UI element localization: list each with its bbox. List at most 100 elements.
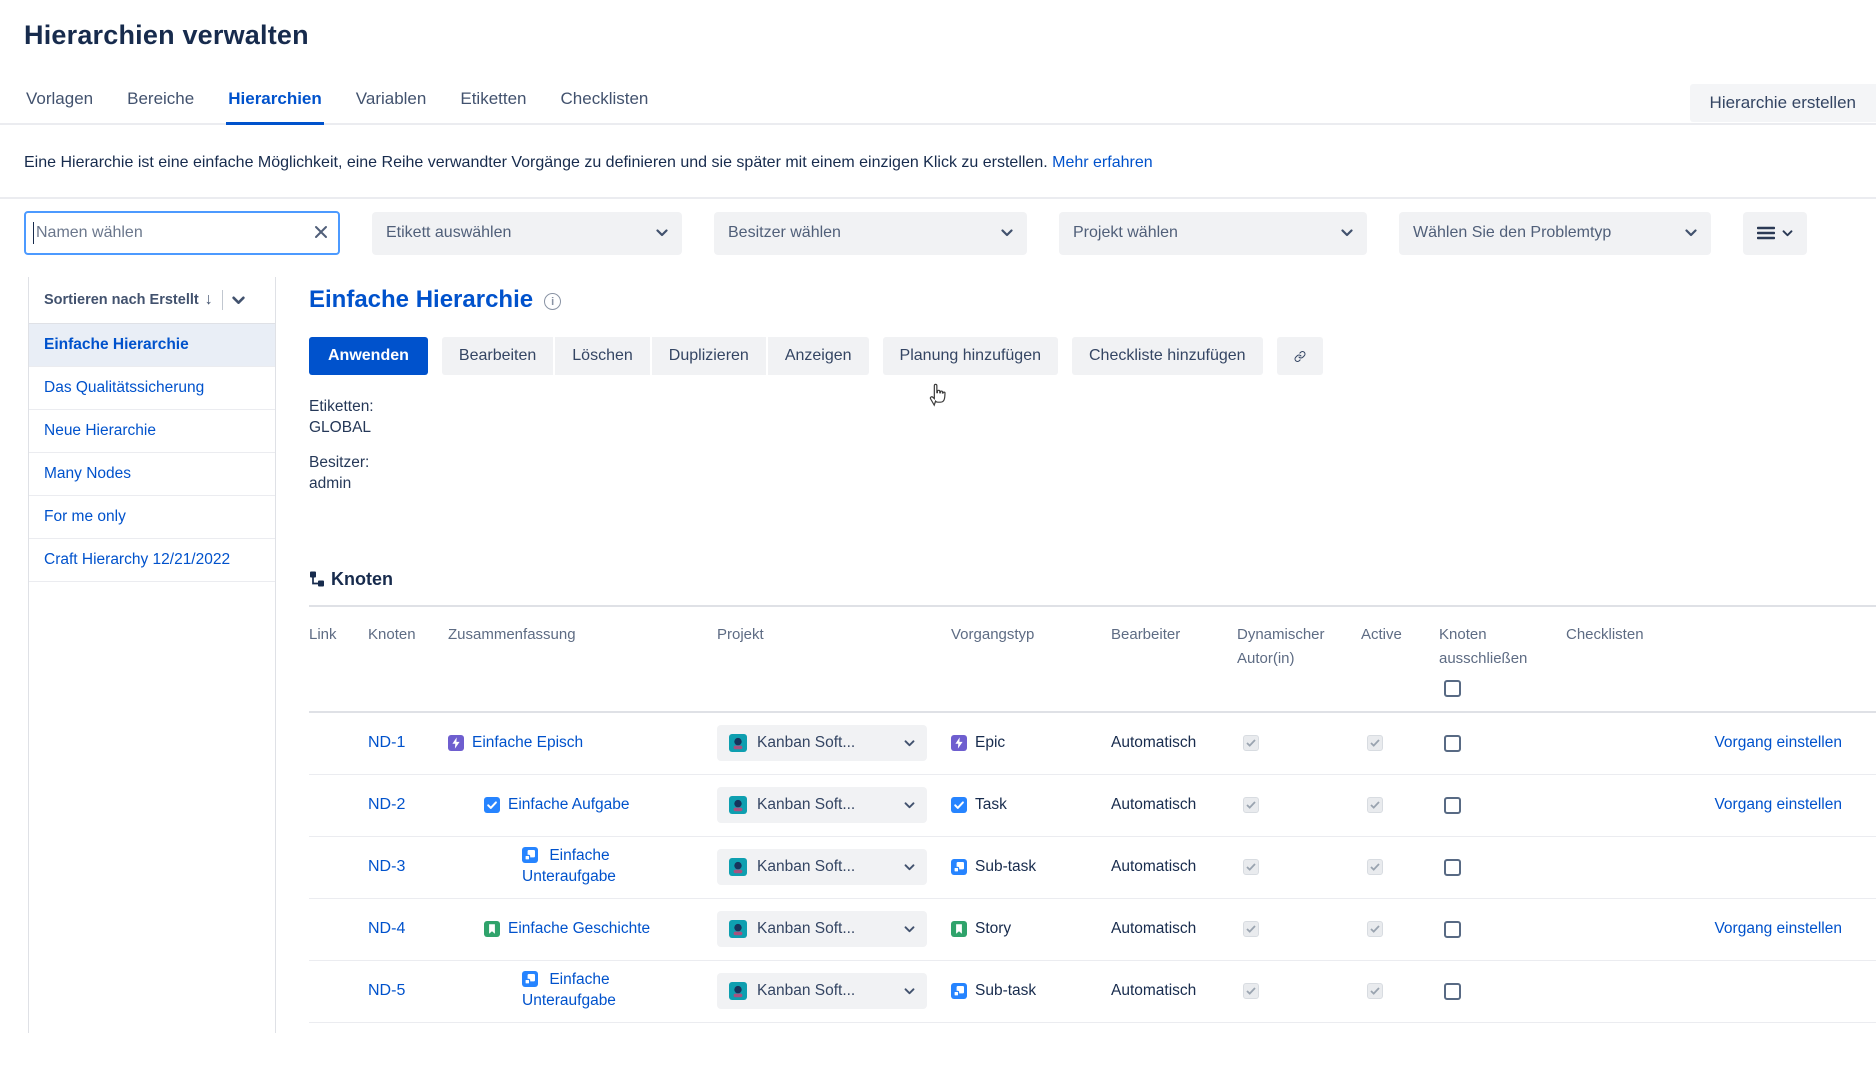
hierarchy-title: Einfache Hierarchie	[309, 286, 533, 314]
main-area: Sortieren nach Erstellt ↓ Einfache Hiera…	[0, 277, 1876, 1033]
project-select[interactable]: Kanban Soft...	[717, 725, 927, 761]
sidebar-item-das-qualitaetssicherung[interactable]: Das Qualitätssicherung	[29, 367, 275, 410]
tab-bereiche[interactable]: Bereiche	[125, 83, 196, 123]
project-avatar	[729, 982, 747, 1000]
issuetype-filter-dropdown[interactable]: Wählen Sie den Problemtyp	[1399, 212, 1711, 255]
exclude-node-checkbox[interactable]	[1444, 983, 1461, 1000]
issuetype-cell: Task	[951, 796, 1099, 814]
hierarchy-detail: Einfache Hierarchie i Anwenden Bearbeite…	[276, 277, 1876, 1033]
sidebar-item-craft-hierarchy[interactable]: Craft Hierarchy 12/21/2022	[29, 539, 275, 582]
chevron-down-icon	[904, 926, 915, 933]
exclude-node-checkbox[interactable]	[1444, 735, 1461, 752]
chevron-down-icon	[904, 740, 915, 747]
sidebar-item-for-me-only[interactable]: For me only	[29, 496, 275, 539]
node-key-link[interactable]: ND-5	[368, 982, 405, 999]
hierarchy-tree-icon	[309, 571, 325, 587]
project-select[interactable]: Kanban Soft...	[717, 911, 927, 947]
sort-direction-icon[interactable]: ↓	[205, 291, 213, 309]
story-icon	[951, 921, 967, 937]
add-checklist-button[interactable]: Checkliste hinzufügen	[1072, 337, 1263, 375]
exclude-node-checkbox[interactable]	[1444, 797, 1461, 814]
page-header: Hierarchien verwalten Vorlagen Bereiche …	[0, 0, 1876, 125]
apply-button[interactable]: Anwenden	[309, 337, 428, 375]
link-icon	[1294, 347, 1306, 366]
tab-variablen[interactable]: Variablen	[354, 83, 429, 123]
col-node: Knoten	[368, 607, 448, 711]
table-row: ND-2 Einfache Aufgabe Kanban Soft... Tas…	[309, 775, 1876, 837]
tab-checklisten[interactable]: Checklisten	[559, 83, 651, 123]
owner-filter-dropdown[interactable]: Besitzer wählen	[714, 212, 1027, 255]
page-title: Hierarchien verwalten	[0, 20, 1876, 51]
dynamic-author-checkbox	[1243, 921, 1259, 937]
sort-label: Sortieren nach Erstellt	[44, 292, 199, 308]
action-bar: Anwenden Bearbeiten Löschen Duplizieren …	[309, 337, 1876, 375]
project-select-value: Kanban Soft...	[757, 920, 894, 938]
sidebar-item-many-nodes[interactable]: Many Nodes	[29, 453, 275, 496]
chevron-down-icon	[1685, 229, 1697, 237]
set-issue-link[interactable]: Vorgang einstellen	[1714, 920, 1842, 937]
copy-link-button[interactable]	[1277, 337, 1323, 375]
sidebar-item-neue-hierarchie[interactable]: Neue Hierarchie	[29, 410, 275, 453]
duplicate-button[interactable]: Duplizieren	[652, 337, 766, 375]
sort-control[interactable]: Sortieren nach Erstellt ↓	[29, 277, 275, 324]
set-issue-link[interactable]: Vorgang einstellen	[1714, 734, 1842, 751]
project-select[interactable]: Kanban Soft...	[717, 849, 927, 885]
clear-icon[interactable]	[313, 224, 329, 240]
assignee-cell: Automatisch	[1111, 982, 1237, 1000]
summary-cell: Einfache Aufgabe	[484, 795, 705, 816]
summary-link[interactable]: Einfache Geschichte	[508, 919, 650, 940]
name-search-input[interactable]	[24, 211, 340, 255]
exclude-node-checkbox[interactable]	[1444, 859, 1461, 876]
project-select[interactable]: Kanban Soft...	[717, 787, 927, 823]
chevron-down-icon[interactable]	[232, 296, 245, 305]
intro-description: Eine Hierarchie ist eine einfache Möglic…	[24, 154, 1048, 171]
tab-hierarchien[interactable]: Hierarchien	[226, 83, 324, 125]
tab-etiketten[interactable]: Etiketten	[458, 83, 528, 123]
project-avatar	[729, 858, 747, 876]
view-options-button[interactable]	[1743, 212, 1807, 255]
sidebar-item-einfache-hierarchie[interactable]: Einfache Hierarchie	[29, 324, 275, 367]
issuetype-filter-value: Wählen Sie den Problemtyp	[1413, 224, 1685, 242]
delete-button[interactable]: Löschen	[555, 337, 650, 375]
label-filter-dropdown[interactable]: Etikett auswählen	[372, 212, 682, 255]
hamburger-icon	[1757, 226, 1775, 240]
set-issue-link[interactable]: Vorgang einstellen	[1714, 796, 1842, 813]
chevron-down-icon	[1341, 229, 1353, 237]
node-key: ND-3	[368, 858, 448, 876]
col-summary: Zusammenfassung	[448, 607, 717, 711]
edit-button[interactable]: Bearbeiten	[442, 337, 553, 375]
node-key-link[interactable]: ND-2	[368, 796, 405, 813]
exclude-all-checkbox[interactable]	[1444, 680, 1461, 697]
info-icon[interactable]: i	[544, 293, 561, 310]
project-select-value: Kanban Soft...	[757, 734, 894, 752]
issuetype-label: Epic	[975, 734, 1005, 752]
active-checkbox	[1367, 735, 1383, 751]
view-button[interactable]: Anzeigen	[768, 337, 869, 375]
summary-link[interactable]: Einfache Aufgabe	[508, 795, 630, 816]
tab-vorlagen[interactable]: Vorlagen	[24, 83, 95, 123]
node-key-link[interactable]: ND-1	[368, 734, 405, 751]
add-planning-button[interactable]: Planung hinzufügen	[883, 337, 1058, 375]
node-key-link[interactable]: ND-3	[368, 858, 405, 875]
dynamic-author-checkbox	[1243, 859, 1259, 875]
issuetype-cell: Sub-task	[951, 982, 1099, 1000]
node-key-link[interactable]: ND-4	[368, 920, 405, 937]
story-icon	[484, 921, 500, 937]
summary-cell: Einfache Geschichte	[484, 919, 705, 940]
assignee-cell: Automatisch	[1111, 796, 1237, 814]
col-dynamic-author: Dynamischer Autor(in)	[1237, 607, 1361, 711]
hierarchy-list-sidebar: Sortieren nach Erstellt ↓ Einfache Hiera…	[28, 277, 276, 1033]
project-filter-dropdown[interactable]: Projekt wählen	[1059, 212, 1367, 255]
project-select[interactable]: Kanban Soft...	[717, 973, 927, 1009]
active-checkbox	[1367, 921, 1383, 937]
label-filter-value: Etikett auswählen	[386, 224, 656, 242]
project-avatar	[729, 920, 747, 938]
dynamic-author-checkbox	[1243, 983, 1259, 999]
exclude-node-checkbox[interactable]	[1444, 921, 1461, 938]
labels-meta: Etiketten: GLOBAL	[309, 396, 1876, 439]
table-row: ND-1 Einfache Episch Kanban Soft... Epic…	[309, 713, 1876, 775]
chevron-down-icon	[1782, 230, 1793, 237]
learn-more-link[interactable]: Mehr erfahren	[1052, 154, 1153, 171]
create-hierarchy-button[interactable]: Hierarchie erstellen	[1690, 84, 1876, 122]
summary-link[interactable]: Einfache Episch	[472, 733, 583, 754]
